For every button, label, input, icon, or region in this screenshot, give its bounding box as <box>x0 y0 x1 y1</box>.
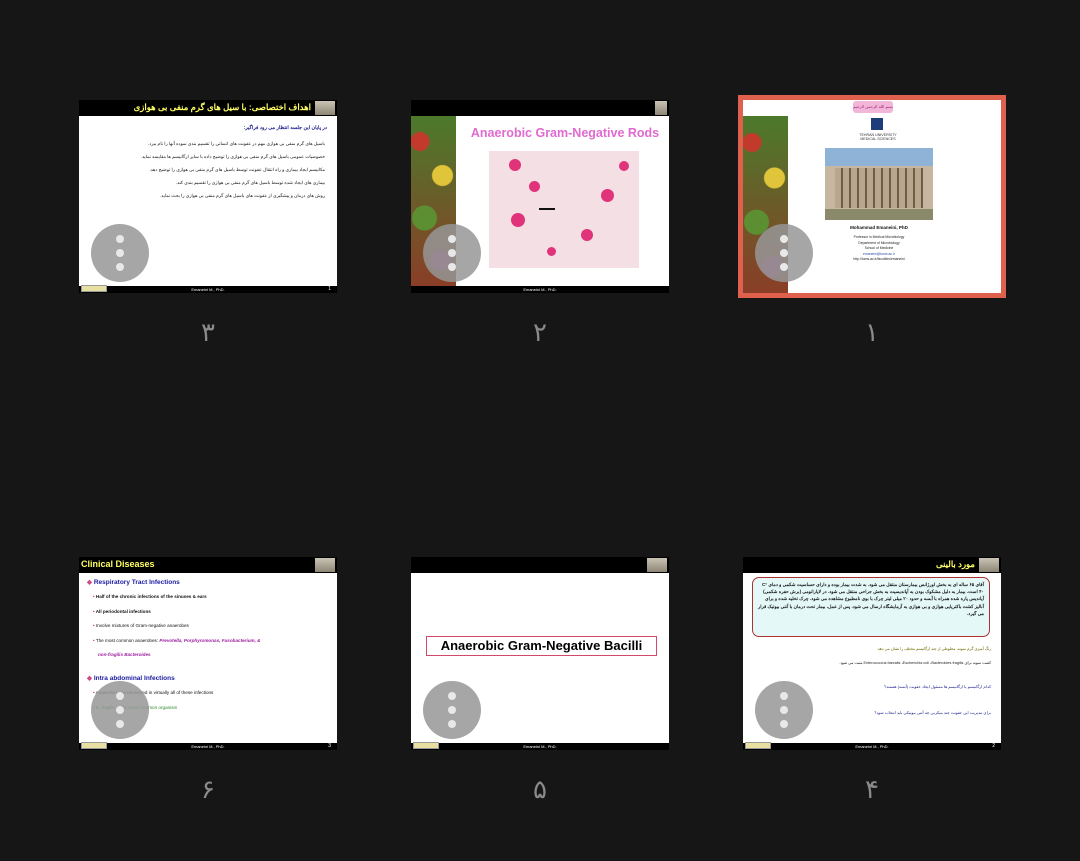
slide-3-header-logo <box>315 101 335 115</box>
slide-3-footer-logo <box>81 285 107 292</box>
bismillah-banner: بسم الله الرحمن الرحیم <box>853 101 893 113</box>
slide-4-footer-logo <box>745 742 771 749</box>
case-question-2: برای مدیریت این عفونت چند میکربی چه آنتی… <box>874 710 991 715</box>
slide-5-topbar <box>411 557 669 573</box>
slide-thumbnail-2[interactable]: Anaerobic Gram-Negative Rods Emaneini M.… <box>411 100 669 293</box>
respiratory-items: • Half of the chronic infections of the … <box>93 590 261 663</box>
slide-4-footer: Emaneini M., PhD. <box>743 743 1001 750</box>
slide-6-footer-logo <box>81 742 107 749</box>
section-intra-abdominal: ◆ Intra abdominal Infections <box>87 675 175 682</box>
objective-item: باسیل های گرم منفی بی هوازی مهم در عفونت… <box>147 141 325 146</box>
slide-thumbnail-3[interactable]: اهداف اختصاصی: با سیل های گرم منفی بی هو… <box>79 100 337 293</box>
respiratory-item: non-fragilis Bacteroides <box>98 652 151 657</box>
slide-2-footer: Emaneini M., PhD. <box>411 286 669 293</box>
slide-thumbnail-4[interactable]: مورد بالینی آقای ۶۵ ساله ای به بخش اورژا… <box>743 557 1001 750</box>
objective-item: بیماری های ایجاد شده توسط باسیل های گرم … <box>175 180 325 185</box>
slide-5-footer-logo <box>413 742 439 749</box>
case-question-1: کدام ارگانیسم یا ارگانیسم ها مسئول ایجاد… <box>884 684 991 689</box>
slide-number-6: ۶ <box>201 775 215 805</box>
slide-2-topbar <box>411 100 669 116</box>
slide-4-more-options-button[interactable] <box>755 681 813 739</box>
respiratory-item: • All periodontal infections <box>93 608 151 614</box>
slide-3-footer: Emaneini M., PhD. <box>79 286 337 293</box>
slide-3-page-number: 1 <box>328 286 331 292</box>
slide-3-intro: در پایان این جلسه انتظار می رود فراگیر: <box>243 125 327 131</box>
slide-number-5: ۵ <box>533 775 547 805</box>
slide-2-title: Anaerobic Gram-Negative Rods <box>470 126 660 140</box>
slide-4-title: مورد بالینی <box>936 559 975 569</box>
university-seal <box>871 118 883 130</box>
clinical-case-box: آقای ۶۵ ساله ای به بخش اورژانس بیمارستان… <box>752 577 990 637</box>
slide-number-4: ۴ <box>865 775 879 805</box>
slide-number-2: ۲ <box>533 318 547 348</box>
slide-1-more-options-button[interactable] <box>755 224 813 282</box>
case-finding-1: رنگ آمیزی گرم نمونه، مخلوطی از چند ارگان… <box>876 647 991 651</box>
objective-item: روش های درمان و پیشگیری از عفونت های باس… <box>159 193 325 198</box>
slide-3-objectives-list: باسیل های گرم منفی بی هوازی مهم در عفونت… <box>89 141 325 206</box>
section-respiratory: ◆ Respiratory Tract Infections <box>87 579 180 586</box>
objective-item: مکانیسم ایجاد بیماری و راه انتقال عفونت … <box>149 167 325 172</box>
author-details: Professor in Medical Microbiology Depart… <box>853 235 905 261</box>
slide-4-page-number: 2 <box>992 743 995 749</box>
slide-6-more-options-button[interactable] <box>91 681 149 739</box>
slide-thumbnail-5[interactable]: Anaerobic Gram-Negative Bacilli Emaneini… <box>411 557 669 750</box>
case-finding-2: کشت نمونه برای Enterococcus faecalis ،Es… <box>839 661 991 665</box>
slide-6-header-logo <box>315 558 335 572</box>
slide-4-header-logo <box>979 558 999 572</box>
respiratory-item: • Half of the chronic infections of the … <box>93 594 207 599</box>
respiratory-item: • The most common anaerobes: Prevotella,… <box>93 637 261 643</box>
slide-5-title: Anaerobic Gram-Negative Bacilli <box>426 636 657 656</box>
slide-2-header-logo <box>655 101 667 115</box>
university-building-photo <box>825 148 933 220</box>
slide-5-header-logo <box>647 558 667 572</box>
slide-6-title: Clinical Diseases <box>81 559 155 569</box>
slide-thumbnail-6[interactable]: Clinical Diseases ◆ Respiratory Tract In… <box>79 557 337 750</box>
slide-6-footer: Emaneini M., PhD. <box>79 743 337 750</box>
slide-number-1: ۱ <box>865 318 879 348</box>
slide-5-more-options-button[interactable] <box>423 681 481 739</box>
slide-number-3: ۳ <box>201 318 215 348</box>
respiratory-item: • Involve mixtures of Gram-negative anae… <box>93 623 189 628</box>
slide-3-title: اهداف اختصاصی: با سیل های گرم منفی بی هو… <box>133 102 311 112</box>
slide-5-footer: Emaneini M., PhD. <box>411 743 669 750</box>
microscopy-image <box>489 151 639 268</box>
objective-item: خصوصیات عمومی باسیل های گرم منفی بی هواز… <box>140 154 325 159</box>
slide-thumbnail-1[interactable]: بسم الله الرحمن الرحیم TEHRAN UNIVERSITY… <box>738 95 1006 298</box>
slide-6-page-number: 3 <box>328 743 331 749</box>
slide-2-more-options-button[interactable] <box>423 224 481 282</box>
author-name: Mohammad Emaneini, PhD <box>850 225 908 230</box>
slide-3-more-options-button[interactable] <box>91 224 149 282</box>
university-name: TEHRAN UNIVERSITY MEDICAL SCIENCES <box>859 133 897 141</box>
slide-1-header: بسم الله الرحمن الرحیم <box>743 100 1001 116</box>
